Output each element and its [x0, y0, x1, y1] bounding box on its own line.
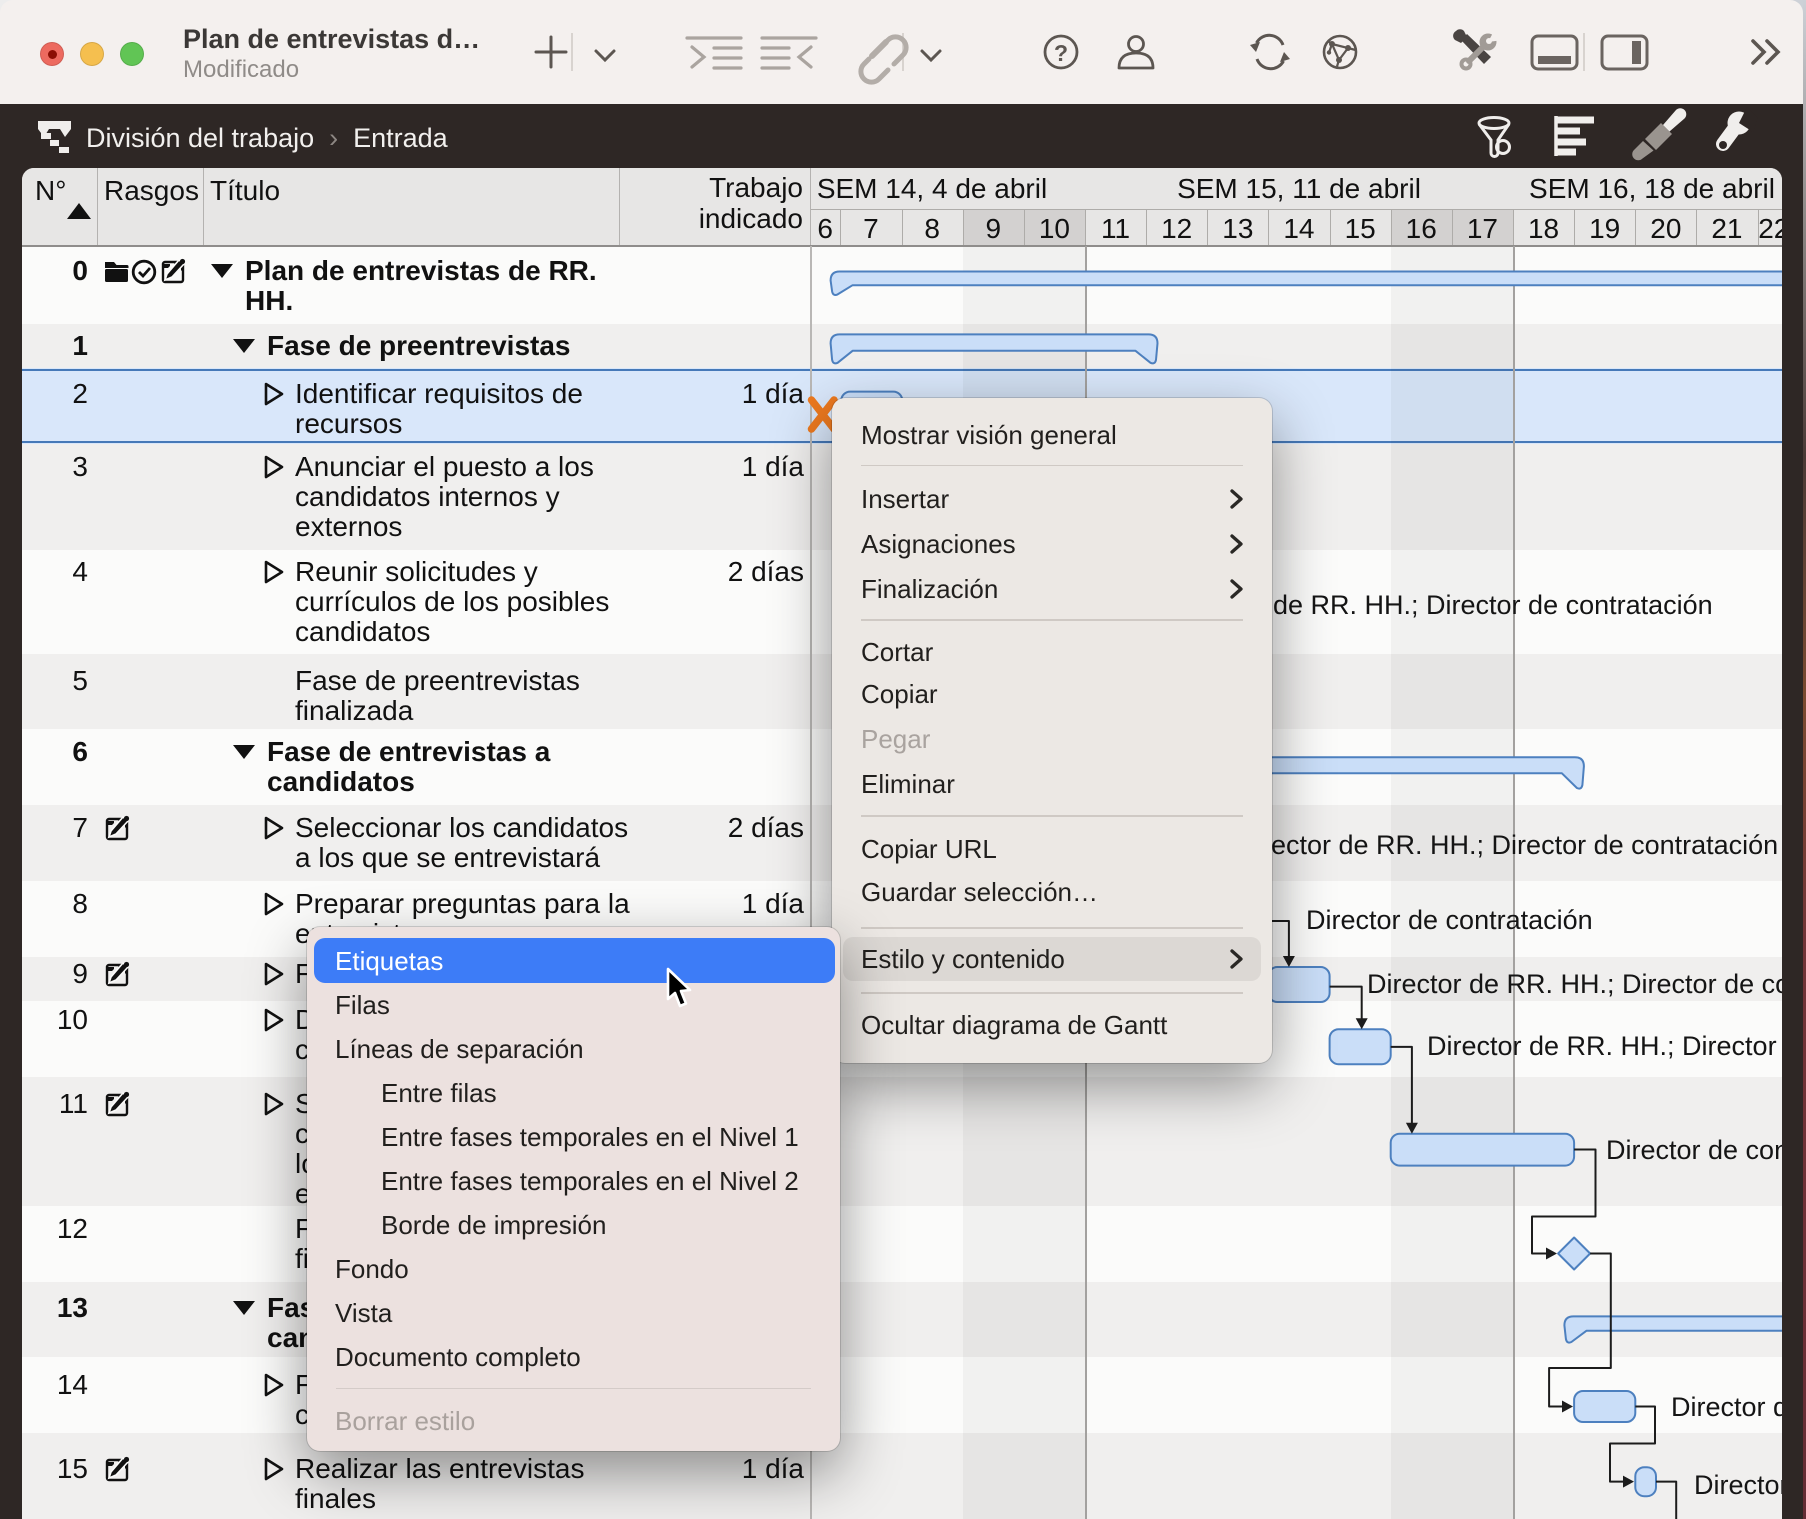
svg-text:?: ?	[1054, 40, 1068, 66]
